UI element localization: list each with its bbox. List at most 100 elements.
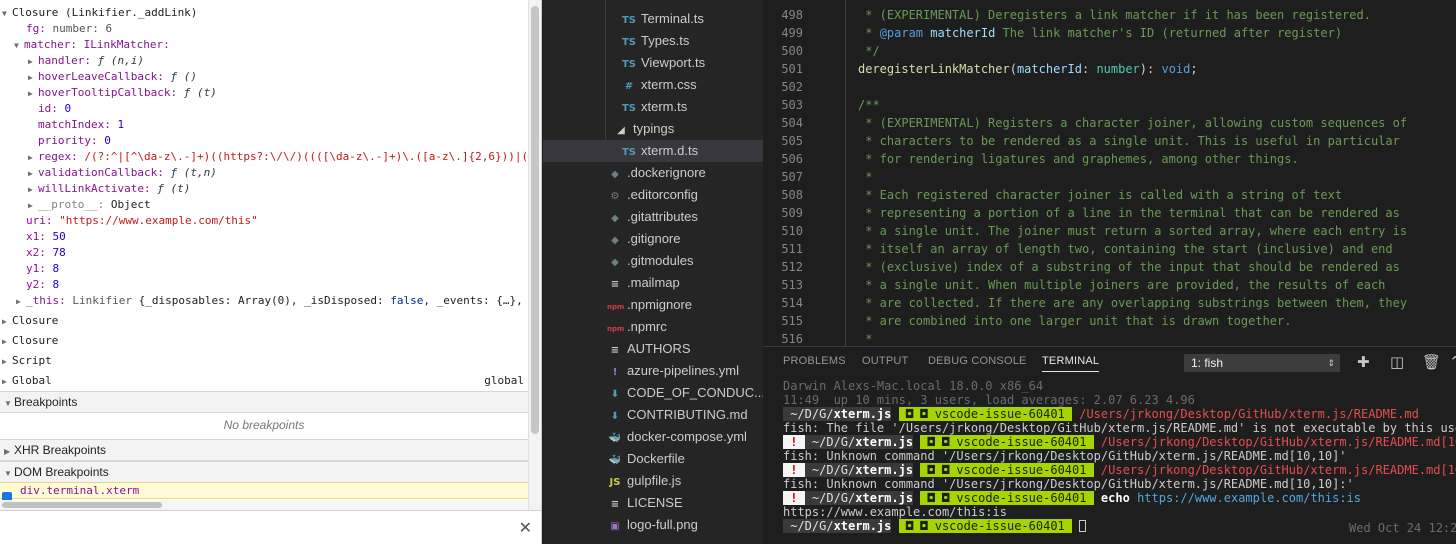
breakpoints-header[interactable]: ▼ Breakpoints [0,391,528,413]
explorer-item[interactable]: ◆ .dockerignore [543,162,763,184]
tree-row-closure-2[interactable]: ▶ Closure [2,313,58,329]
explorer-item-label: gulpfile.js [627,473,682,488]
explorer-item[interactable]: npm .npmignore [543,294,763,316]
prop-key: y1: [26,262,46,275]
prop-value-rest: , _events: {…}, [423,294,523,307]
prop-key: y2: [26,278,46,291]
collapsed-triangle-icon[interactable]: ▶ [28,182,38,198]
terminal-select[interactable]: 1: fish ⇕ [1184,354,1340,372]
tab-output[interactable]: OUTPUT [862,355,908,367]
tree-row-willlink[interactable]: ▶ willLinkActivate: ƒ (t) [28,181,190,197]
collapsed-triangle-icon[interactable]: ▶ [2,314,12,330]
prop-value: ƒ (n,i) [97,54,144,67]
tree-row-hovertooltip[interactable]: ▶ hoverTooltipCallback: ƒ (t) [28,85,217,101]
explorer-item[interactable]: ⬇ CONTRIBUTING.md [543,404,763,426]
explorer-item[interactable]: ⚙ .editorconfig [543,184,763,206]
dom-breakpoints-header[interactable]: ▼ DOM Breakpoints [0,461,528,483]
expanded-triangle-icon[interactable]: ▼ [4,393,14,414]
code-token: @param [879,26,924,40]
expanded-triangle-icon[interactable]: ▼ [4,463,14,484]
chevron-up-icon[interactable]: ⌃ [1449,353,1456,371]
tree-row-handler[interactable]: ▶ handler: ƒ (n,i) [28,53,144,69]
explorer-item[interactable]: npm .npmrc [543,316,763,338]
prop-value: 0 [64,102,72,115]
explorer-item[interactable]: ◆ .gitignore [543,228,763,250]
line-number: 503 [781,98,803,112]
dom-breakpoint-item[interactable]: div.terminal.xterm [0,482,528,502]
explorer-item[interactable]: TS xterm.ts [543,96,763,118]
collapsed-triangle-icon[interactable]: ▶ [28,198,38,214]
plus-icon[interactable]: ✚ [1357,353,1370,371]
tree-row-fg[interactable]: fg: number: 6 [26,21,112,37]
tree-row-closure[interactable]: ▼ Closure (Linkifier._addLink) [2,5,197,21]
explorer-item[interactable]: ▣ logo-full.png [543,514,763,536]
split-terminal-icon[interactable]: ◫ [1390,353,1404,371]
trash-icon[interactable]: 🗑 [1422,353,1441,371]
expanded-triangle-icon[interactable]: ▼ [14,38,24,54]
tree-row-id: id: 0 [38,101,71,117]
explorer-item[interactable]: # xterm.css [543,74,763,96]
expanded-triangle-icon[interactable]: ▼ [2,6,12,22]
prop-value: /(?:^|[^\da-z\.-]+)((https?:\/\/)((([\da… [84,150,528,163]
tree-row-global[interactable]: ▶ Global global [2,373,524,389]
explorer-item[interactable]: 🐳 docker-compose.yml [543,426,763,448]
explorer-item[interactable]: ◆ .gitmodules [543,250,763,272]
tree-row-hoverleave[interactable]: ▶ hoverLeaveCallback: ƒ () [28,69,197,85]
tab-terminal[interactable]: TERMINAL [1042,355,1100,372]
xhr-breakpoints-header[interactable]: ▶ XHR Breakpoints [0,439,528,461]
section-title: DOM Breakpoints [14,465,109,479]
config-icon: ◆ [611,169,619,180]
tab-problems[interactable]: PROBLEMS [783,355,846,367]
explorer-item[interactable]: 🐳 Dockerfile [543,448,763,470]
prompt-command: echo [1100,491,1130,505]
explorer-item[interactable]: ≡ .mailmap [543,272,763,294]
collapsed-triangle-icon[interactable]: ▶ [28,54,38,70]
terminal-cursor [1079,520,1087,532]
code-editor[interactable]: 498 * (EXPERIMENTAL) Deregisters a link … [763,0,1456,346]
tree-row-proto[interactable]: ▶ __proto__: Object [28,197,151,213]
collapsed-triangle-icon[interactable]: ▶ [28,150,38,166]
tree-row-regex[interactable]: ▶ regex: /(?:^|[^\da-z\.-]+)((https?:\/\/… [28,149,528,165]
prompt-dir: ~/D/G/ [804,491,856,505]
scope-tree: ▼ Closure (Linkifier._addLink) fg: number… [0,0,528,392]
collapsed-triangle-icon[interactable]: ▶ [4,441,14,462]
terminal-link[interactable]: https://www.example.com/this:is [1137,491,1361,505]
collapsed-triangle-icon[interactable]: ▶ [2,354,12,370]
tree-row-closure-3[interactable]: ▶ Closure [2,333,58,349]
tree-row-y1: y1: 8 [26,261,59,277]
explorer-item[interactable]: ◢ typings [543,118,763,140]
tree-row-matcher[interactable]: ▼ matcher: ILinkMatcher: [14,37,170,53]
explorer-item-label: .gitignore [627,231,681,246]
explorer-item[interactable]: TS Viewport.ts [543,52,763,74]
collapsed-triangle-icon[interactable]: ▶ [2,374,12,390]
tab-debug-console[interactable]: DEBUG CONSOLE [928,355,1027,367]
prop-key: willLinkActivate: [38,182,151,195]
explorer-item[interactable]: ≡ LICENSE [543,492,763,514]
tree-row-this[interactable]: ▶ _this: Linkifier {_disposables: Array(0… [16,293,523,309]
prop-key: validationCallback: [38,166,164,179]
explorer-item[interactable]: ≡ AUTHORS [543,338,763,360]
collapsed-triangle-icon[interactable]: ▶ [16,294,26,310]
tree-row-script[interactable]: ▶ Script [2,353,52,369]
tree-row-validation[interactable]: ▶ validationCallback: ƒ (t,n) [28,165,217,181]
collapsed-triangle-icon[interactable]: ▶ [28,70,38,86]
collapsed-triangle-icon[interactable]: ▶ [2,334,12,350]
scrollbar-thumb[interactable] [531,6,539,434]
explorer-item[interactable]: ⬇ CODE_OF_CONDUC... [543,382,763,404]
explorer-item[interactable]: ◆ .gitattributes [543,206,763,228]
close-icon[interactable]: ✕ [519,518,532,537]
tree-row-matchindex: matchIndex: 1 [38,117,124,133]
scrollbar-thumb[interactable] [2,502,162,508]
explorer-item[interactable]: ! azure-pipelines.yml [543,360,763,382]
collapsed-triangle-icon[interactable]: ▶ [28,166,38,182]
horizontal-scrollbar[interactable] [0,500,528,510]
code-line: * Each registered character joiner is ca… [858,188,1343,202]
explorer-item[interactable]: TS Terminal.ts [543,8,763,30]
explorer-item[interactable]: JS gulpfile.js [543,470,763,492]
no-breakpoints-text: No breakpoints [223,418,305,432]
explorer-item[interactable]: TS xterm.d.ts [543,140,763,162]
term-date: Wed Oct 24 12:2 [1349,521,1456,535]
collapsed-triangle-icon[interactable]: ▶ [28,86,38,102]
line-number: 504 [781,116,803,130]
explorer-item[interactable]: TS Types.ts [543,30,763,52]
